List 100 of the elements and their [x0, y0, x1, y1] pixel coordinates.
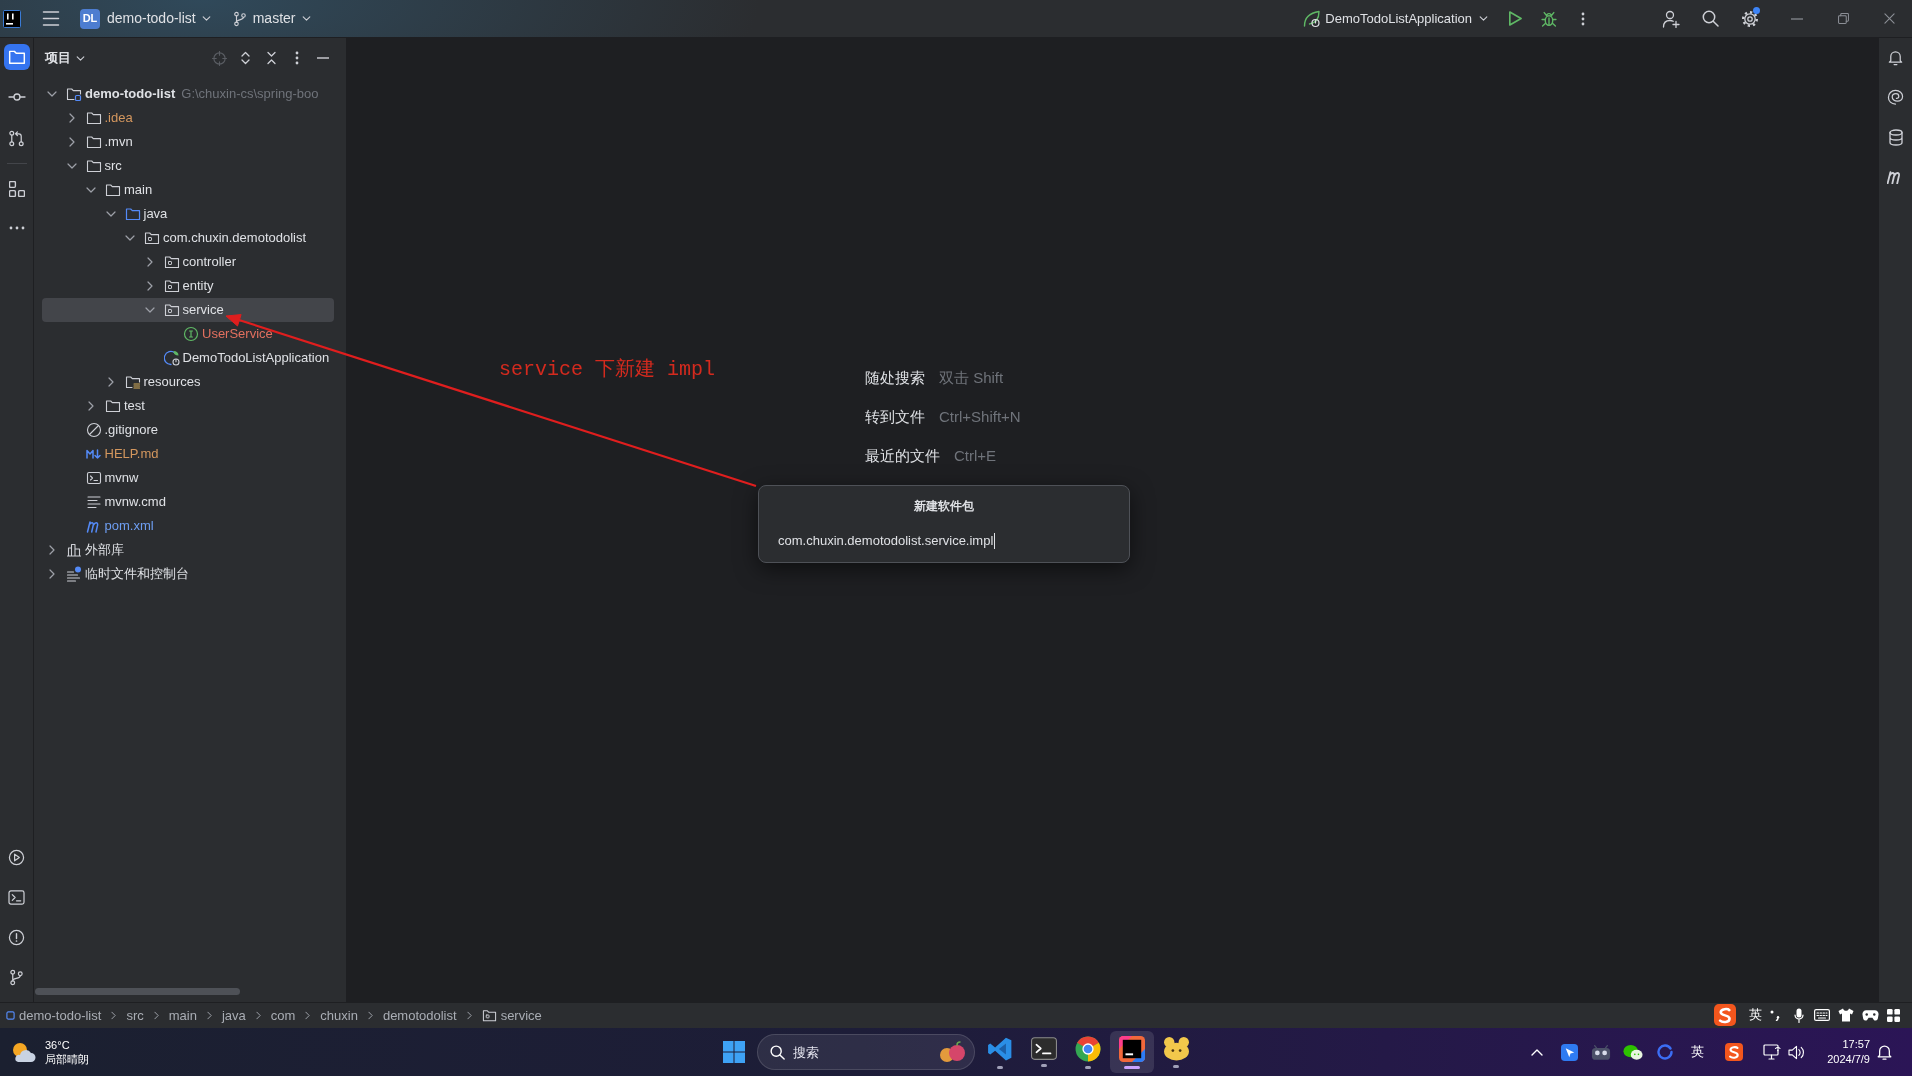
- chevron-down-icon[interactable]: [144, 307, 155, 313]
- spiral-icon[interactable]: [1887, 89, 1904, 105]
- chevron-right-icon[interactable]: [49, 569, 55, 579]
- tree-item[interactable]: UserService: [161, 322, 273, 346]
- breadcrumb-link[interactable]: com: [270, 1005, 296, 1026]
- restore-icon[interactable]: [1837, 13, 1849, 24]
- tree-item[interactable]: 外部库: [44, 538, 124, 562]
- project-selector[interactable]: DL demo-todo-list: [80, 4, 211, 33]
- chevron-right-icon[interactable]: [68, 137, 75, 147]
- chevron-right-icon[interactable]: [146, 257, 153, 267]
- tree-item[interactable]: pom.xml: [63, 514, 154, 538]
- add-user-icon[interactable]: [1662, 9, 1680, 28]
- more-vertical-icon[interactable]: [1581, 10, 1585, 27]
- chevron-down-icon[interactable]: [47, 91, 57, 97]
- clock-time[interactable]: 17:57: [1842, 1037, 1870, 1052]
- chevron-right-icon: [206, 1011, 212, 1020]
- tree-item[interactable]: .gitignore: [63, 418, 158, 442]
- ime-logo-icon[interactable]: [1725, 1043, 1743, 1061]
- tree-item[interactable]: .idea: [63, 106, 133, 130]
- structure-icon: [8, 181, 25, 197]
- caret-down-icon: [301, 16, 311, 21]
- chevron-right-icon: [153, 1011, 159, 1020]
- search-bar[interactable]: 搜索: [757, 1034, 975, 1070]
- chevron-down-icon[interactable]: [125, 235, 135, 241]
- minimize-icon[interactable]: [1791, 17, 1803, 20]
- chevron-right-icon[interactable]: [49, 545, 55, 555]
- volume-icon[interactable]: [1787, 1044, 1805, 1060]
- clock-date[interactable]: 2024/7/9: [1827, 1052, 1870, 1067]
- sun-cloud-icon[interactable]: [10, 1041, 36, 1063]
- run-configuration-selector[interactable]: DemoTodoListApplication: [1303, 4, 1488, 33]
- chat-bubbles-icon[interactable]: [1623, 1043, 1643, 1061]
- chevron-down-icon[interactable]: [86, 187, 96, 193]
- pointer-tile-icon[interactable]: [1560, 1043, 1578, 1061]
- library-icon: [66, 542, 82, 558]
- tree-item[interactable]: service: [42, 298, 334, 322]
- bell-icon[interactable]: [1887, 48, 1904, 66]
- input-language-indicator[interactable]: 英: [1690, 1042, 1704, 1062]
- tree-item[interactable]: test: [83, 394, 145, 418]
- bug-icon[interactable]: [1541, 10, 1557, 27]
- settings-icon[interactable]: [1741, 9, 1759, 28]
- chevron-up-icon[interactable]: [1531, 1048, 1543, 1056]
- database-icon[interactable]: [1888, 128, 1903, 146]
- tree-item[interactable]: mvnw.cmd: [63, 490, 166, 514]
- collapse-icon[interactable]: [266, 51, 276, 65]
- tree-item[interactable]: mvnw: [63, 466, 139, 490]
- package-name-field[interactable]: com.chuxin.demotodolist.service.impl: [765, 527, 1123, 555]
- tool-window-button[interactable]: [3, 44, 30, 70]
- exclamation-circle-icon: [8, 928, 25, 946]
- breadcrumb-link[interactable]: demo-todo-list: [6, 1005, 102, 1026]
- bell-icon[interactable]: [1876, 1044, 1892, 1060]
- chevron-right-icon[interactable]: [146, 281, 153, 291]
- robot-face-icon[interactable]: [1591, 1044, 1611, 1060]
- expand-icon[interactable]: [240, 51, 250, 65]
- ime-logo-icon[interactable]: [1714, 1004, 1736, 1026]
- tree-item[interactable]: .mvn: [63, 130, 133, 154]
- keyboard-icon[interactable]: [1814, 1009, 1830, 1021]
- breadcrumb-link[interactable]: main: [168, 1005, 197, 1026]
- more-vertical-icon[interactable]: [295, 50, 299, 66]
- tree-item[interactable]: controller: [141, 250, 236, 274]
- tree-item[interactable]: 临时文件和控制台: [44, 562, 189, 586]
- shirt-icon[interactable]: [1838, 1008, 1854, 1022]
- close-icon[interactable]: [1883, 13, 1895, 24]
- microphone-icon[interactable]: [1794, 1007, 1804, 1023]
- chevron-right-icon[interactable]: [107, 377, 114, 387]
- tree-item[interactable]: demo-todo-list G:\chuxin-cs\spring-boo: [44, 82, 319, 106]
- ime-mode-toggle[interactable]: 英: [1749, 1007, 1762, 1023]
- network-icon[interactable]: [1763, 1044, 1781, 1060]
- breadcrumb-link[interactable]: demotodolist: [382, 1005, 457, 1026]
- tree-item[interactable]: src: [63, 154, 122, 178]
- tree-item[interactable]: entity: [141, 274, 214, 298]
- breadcrumb-link[interactable]: src: [126, 1005, 144, 1026]
- breadcrumb-link[interactable]: java: [221, 1005, 246, 1026]
- chevron-right-icon[interactable]: [88, 401, 94, 411]
- hint-action: 随处搜索: [865, 368, 925, 388]
- horizontal-scrollbar[interactable]: [35, 988, 240, 995]
- menu-icon[interactable]: [42, 11, 60, 26]
- chevron-down-icon[interactable]: [66, 163, 77, 169]
- grid-icon[interactable]: [1887, 1008, 1900, 1022]
- folder-icon: [85, 134, 102, 150]
- punctuation-icon[interactable]: [1770, 1009, 1780, 1021]
- breadcrumb-link[interactable]: service: [481, 1005, 542, 1026]
- tree-item[interactable]: HELP.md: [63, 442, 159, 466]
- tree-item[interactable]: main: [83, 178, 153, 202]
- project-view-dropdown[interactable]: 项目: [45, 48, 85, 68]
- play-circle-icon: [8, 848, 25, 866]
- tree-item[interactable]: resources: [102, 370, 201, 394]
- run-icon[interactable]: [1508, 11, 1522, 26]
- tree-item[interactable]: DemoTodoListApplication: [141, 346, 330, 370]
- chevron-right-icon[interactable]: [68, 113, 75, 123]
- resources-folder-icon: [124, 374, 141, 390]
- taskbar-app-button[interactable]: [1110, 1031, 1154, 1073]
- branch-selector[interactable]: master: [232, 4, 311, 33]
- search-icon[interactable]: [1701, 10, 1719, 27]
- tree-item[interactable]: java: [102, 202, 168, 226]
- breadcrumb-link[interactable]: chuxin: [320, 1005, 358, 1026]
- search-field[interactable]: 搜索: [793, 1041, 930, 1063]
- ring-icon[interactable]: [1657, 1044, 1673, 1060]
- chevron-down-icon[interactable]: [105, 211, 116, 217]
- tree-item[interactable]: com.chuxin.demotodolist: [122, 226, 307, 250]
- gamepad-icon[interactable]: [1862, 1008, 1879, 1022]
